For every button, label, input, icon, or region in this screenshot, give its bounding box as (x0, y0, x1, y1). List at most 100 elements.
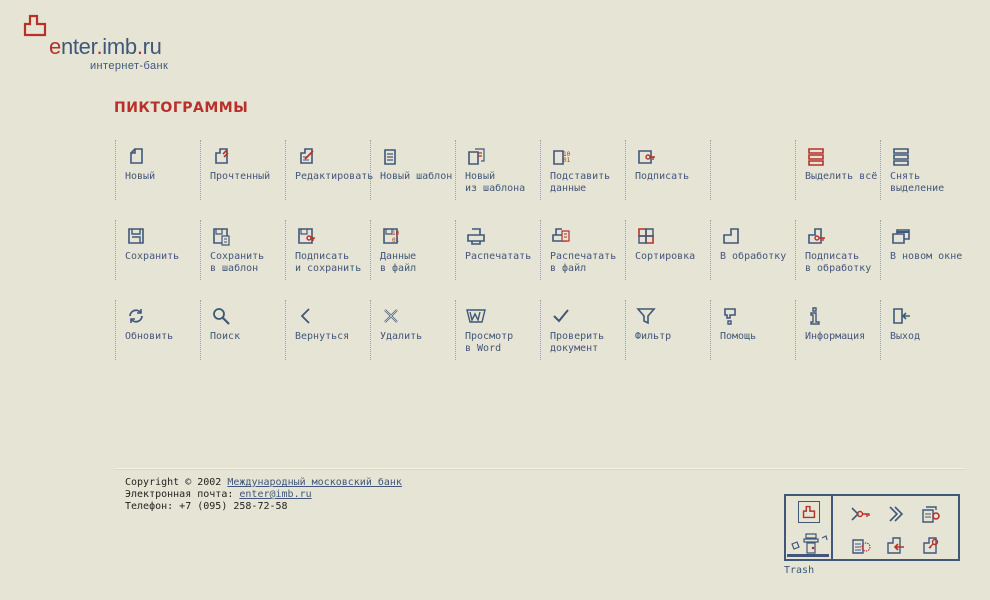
icon-row: Обновить Поиск Вернуться Удалить Просмотр в … (115, 300, 970, 380)
action-label: Распечатать в файл (550, 251, 617, 274)
edit-doc-icon (300, 148, 314, 164)
key-sign-icon[interactable] (850, 503, 872, 525)
doc-settings-icon[interactable] (920, 503, 942, 525)
doc-return-icon[interactable] (884, 534, 906, 556)
action-new-doc[interactable]: Новый (115, 140, 199, 200)
doc-key-icon[interactable] (920, 534, 942, 556)
trash-label: Trash (784, 565, 815, 576)
exit-icon (893, 308, 910, 324)
search-icon (213, 308, 230, 325)
action-label: Выход (890, 331, 921, 342)
read-doc-icon (215, 148, 229, 164)
action-info[interactable]: Информация (795, 300, 879, 360)
action-label: Проверить документ (550, 331, 605, 354)
action-from-template[interactable]: Новый из шаблона (455, 140, 539, 200)
action-label: Новый (125, 171, 156, 182)
sign-save-icon (298, 228, 315, 244)
logo-ru: ru (142, 34, 162, 59)
action-label: Распечатать (465, 251, 532, 262)
action-refresh[interactable]: Обновить (115, 300, 199, 360)
action-label: Фильтр (635, 331, 672, 342)
action-sign[interactable]: Подписать (625, 140, 709, 200)
forward-icon[interactable] (884, 503, 906, 525)
doc-clock-icon[interactable] (850, 534, 872, 556)
trash-icon[interactable] (786, 528, 831, 559)
filter-icon (636, 308, 656, 325)
action-search[interactable]: Поиск (200, 300, 284, 360)
word-icon (466, 309, 486, 323)
action-data-file[interactable]: 10 01 Данные в файл (370, 220, 454, 280)
deselect-icon (893, 148, 909, 166)
action-label: Подписать (635, 171, 690, 182)
action-label: Подставить данные (550, 171, 611, 194)
action-label: Сохранить (125, 251, 180, 262)
data-file-icon: 1001 (383, 228, 400, 244)
logo-nter: nter (60, 34, 97, 59)
footer: Copyright © 2002 Международный московски… (125, 477, 402, 513)
fill-data-icon: 1001 (553, 150, 571, 165)
help-icon (724, 308, 736, 325)
bank-link[interactable]: Международный московский банк (227, 477, 402, 488)
action-sign-save[interactable]: Подписать и сохранить (285, 220, 369, 280)
select-all-icon (808, 148, 824, 166)
action-sort[interactable]: Сортировка (625, 220, 709, 280)
action-label: Новый шаблон (380, 171, 453, 182)
action-new-template[interactable]: Новый шаблон (370, 140, 454, 200)
icon-grid: Новый Прочтенный Редактировать Новый шаблон… (115, 140, 970, 380)
action-label: Удалить (380, 331, 423, 342)
logo-text: enter.imb.ru (49, 34, 162, 60)
action-label: Прочтенный (210, 171, 271, 182)
print-file-icon (552, 228, 570, 242)
empty-cell (710, 140, 794, 200)
action-read-doc[interactable]: Прочтенный (200, 140, 284, 200)
tray-logo-icon[interactable] (798, 501, 820, 523)
action-label: Вернуться (295, 331, 350, 342)
logo[interactable]: enter.imb.ru интернет-банк (22, 12, 192, 76)
action-label: Выделить всё (805, 171, 878, 182)
new-template-icon (384, 149, 396, 165)
action-new-window[interactable]: В новом окне (880, 220, 964, 280)
sign-icon (638, 150, 655, 164)
action-label: Помощь (720, 331, 757, 342)
action-save[interactable]: Сохранить (115, 220, 199, 280)
logo-imb: imb (102, 34, 137, 59)
action-delete[interactable]: Удалить (370, 300, 454, 360)
logo-mark-icon (23, 14, 47, 37)
svg-text:01: 01 (392, 237, 400, 244)
footer-divider (115, 468, 964, 470)
refresh-icon (129, 309, 143, 323)
action-print[interactable]: Распечатать (455, 220, 539, 280)
logo-subtitle: интернет-банк (90, 60, 169, 72)
icon-row: Сохранить Сохранить в шаблон Подписать и с… (115, 220, 970, 300)
action-back[interactable]: Вернуться (285, 300, 369, 360)
check-icon (553, 309, 569, 323)
email-label: Электронная почта: (125, 489, 240, 500)
action-fill-data[interactable]: 10 01 Подставить данные (540, 140, 624, 200)
action-sign-process[interactable]: Подписать в обработку (795, 220, 879, 280)
action-word[interactable]: Просмотр в Word (455, 300, 539, 360)
action-check[interactable]: Проверить документ (540, 300, 624, 360)
action-edit-doc[interactable]: Редактировать (285, 140, 373, 200)
back-icon (300, 308, 310, 324)
action-label: Новый из шаблона (465, 171, 526, 194)
action-label: Сортировка (635, 251, 696, 262)
tool-tray (784, 494, 960, 561)
action-process[interactable]: В обработку (710, 220, 794, 280)
action-filter[interactable]: Фильтр (625, 300, 709, 360)
action-label: Подписать в обработку (805, 251, 872, 274)
sign-process-icon (808, 228, 825, 244)
action-help[interactable]: Помощь (710, 300, 794, 360)
action-label: Снять выделение (890, 171, 945, 194)
phone-text: Телефон: +7 (095) 258-72-58 (125, 501, 288, 512)
email-link[interactable]: enter@imb.ru (239, 489, 311, 500)
delete-icon (384, 309, 398, 323)
save-template-icon (213, 228, 230, 246)
action-exit[interactable]: Выход (880, 300, 964, 360)
action-select-all[interactable]: Выделить всё (795, 140, 879, 200)
action-deselect[interactable]: Снять выделение (880, 140, 964, 200)
action-label: Данные в файл (380, 251, 417, 274)
action-label: В новом окне (890, 251, 963, 262)
action-print-file[interactable]: Распечатать в файл (540, 220, 624, 280)
new-doc-icon (130, 148, 143, 164)
action-save-template[interactable]: Сохранить в шаблон (200, 220, 284, 280)
